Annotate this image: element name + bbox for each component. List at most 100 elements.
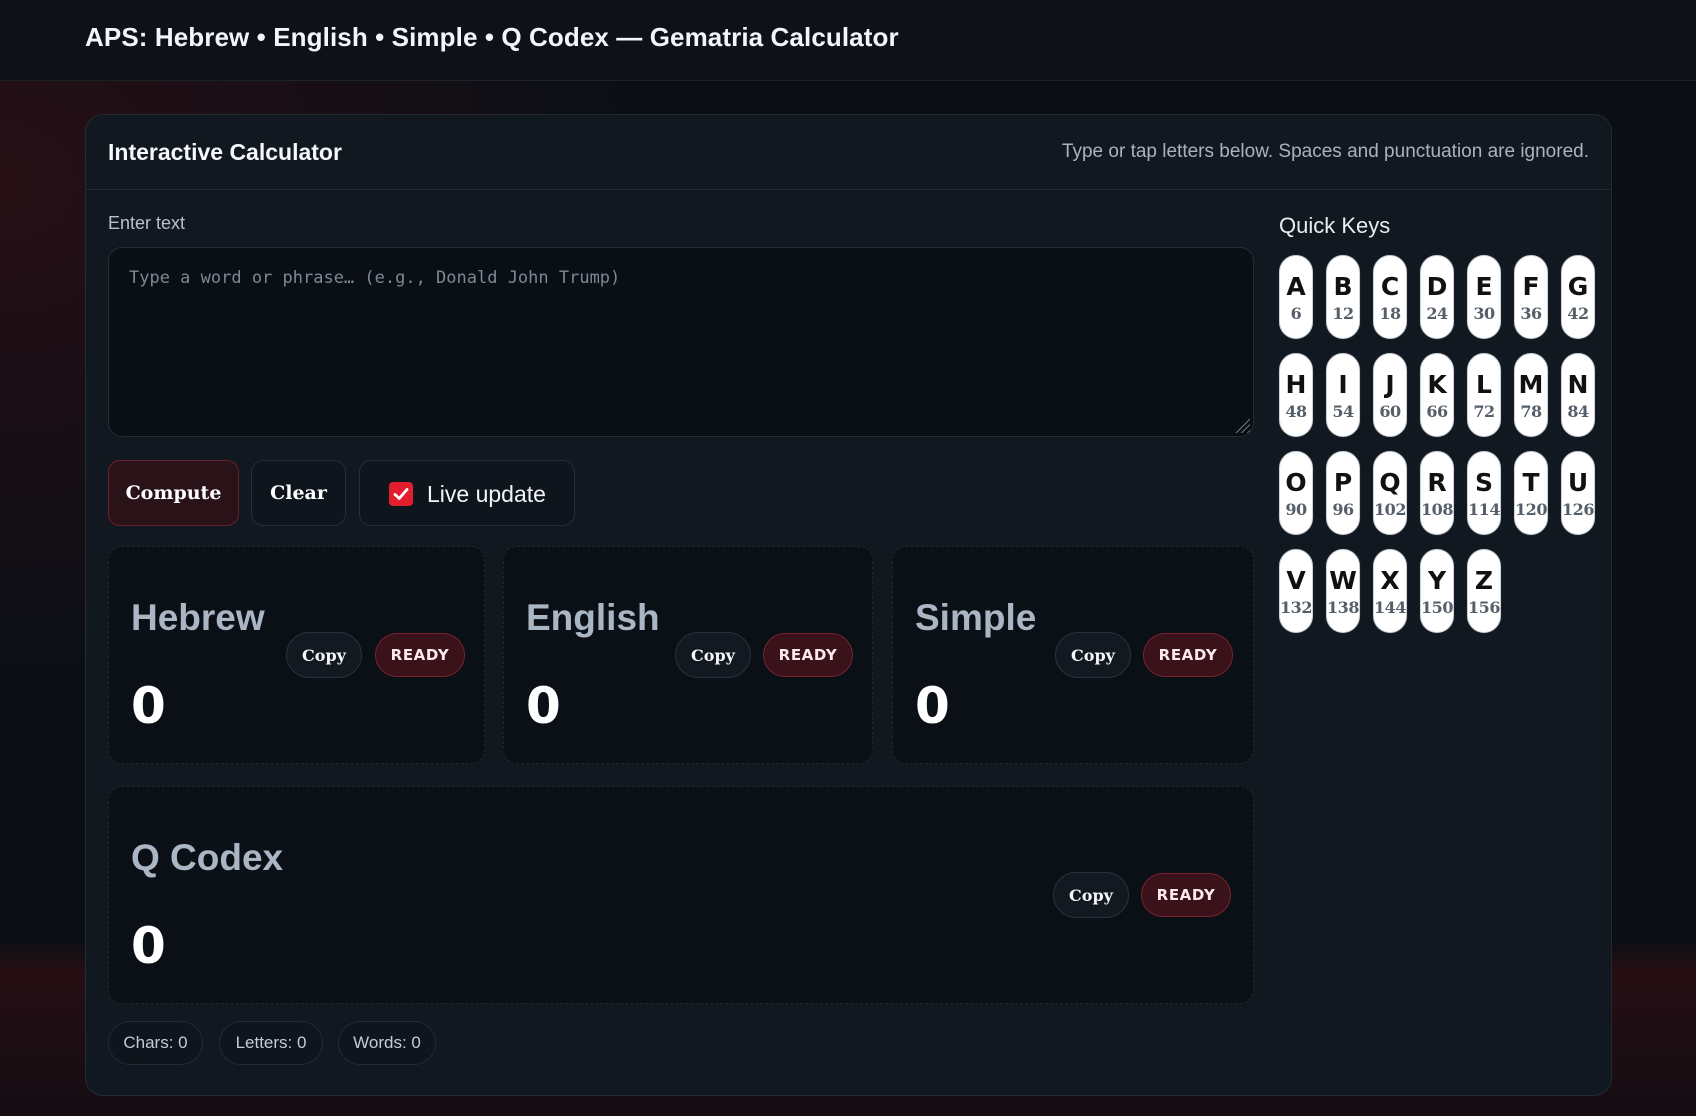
result-name: Simple xyxy=(915,597,1037,638)
quick-key-n[interactable]: N 84 xyxy=(1561,353,1595,437)
quick-key-z[interactable]: Z 156 xyxy=(1467,549,1501,633)
quick-key-letter: D xyxy=(1426,272,1448,301)
quick-key-letter: O xyxy=(1285,468,1307,497)
quick-key-e[interactable]: E 30 xyxy=(1467,255,1501,339)
quick-key-letter: T xyxy=(1522,468,1540,497)
quick-key-value: 72 xyxy=(1473,402,1495,421)
quick-key-letter: Z xyxy=(1474,566,1494,595)
copy-simple-button[interactable]: Copy xyxy=(1055,632,1131,678)
quick-key-letter: V xyxy=(1286,566,1306,595)
clear-button[interactable]: Clear xyxy=(251,460,346,526)
result-card-qcodex: Q Codex 0 Copy READY xyxy=(108,786,1254,1004)
status-badge: READY xyxy=(1143,633,1233,677)
text-input[interactable] xyxy=(108,247,1254,437)
quick-key-value: 144 xyxy=(1374,598,1406,617)
quick-key-k[interactable]: K 66 xyxy=(1420,353,1454,437)
quick-key-value: 108 xyxy=(1421,500,1453,519)
quick-key-value: 18 xyxy=(1379,304,1401,323)
copy-english-button[interactable]: Copy xyxy=(675,632,751,678)
input-label: Enter text xyxy=(108,213,186,233)
copy-hebrew-button[interactable]: Copy xyxy=(286,632,362,678)
quick-key-value: 84 xyxy=(1567,402,1589,421)
quick-key-r[interactable]: R 108 xyxy=(1420,451,1454,535)
quick-key-w[interactable]: W 138 xyxy=(1326,549,1360,633)
checkmark-icon xyxy=(393,488,409,500)
quick-key-letter: P xyxy=(1333,468,1353,497)
quick-key-letter: K xyxy=(1427,370,1447,399)
quick-key-letter: S xyxy=(1474,468,1493,497)
quick-key-value: 30 xyxy=(1473,304,1495,323)
quick-key-letter: F xyxy=(1522,272,1540,301)
quick-key-value: 24 xyxy=(1426,304,1448,323)
result-card-simple: Simple 0 Copy READY xyxy=(892,546,1254,764)
quick-key-o[interactable]: O 90 xyxy=(1279,451,1313,535)
card-title: Interactive Calculator xyxy=(108,139,342,165)
quick-key-value: 78 xyxy=(1520,402,1542,421)
quick-key-q[interactable]: Q 102 xyxy=(1373,451,1407,535)
quick-key-value: 132 xyxy=(1280,598,1312,617)
chars-count: Chars: 0 xyxy=(108,1021,203,1065)
quick-key-a[interactable]: A6 xyxy=(1279,255,1313,339)
quick-key-value: 114 xyxy=(1468,500,1500,519)
result-name: Q Codex xyxy=(131,837,284,878)
quick-key-letter: Y xyxy=(1427,566,1447,595)
quick-key-h[interactable]: H 48 xyxy=(1279,353,1313,437)
quick-key-u[interactable]: U 126 xyxy=(1561,451,1595,535)
result-card-hebrew: Hebrew 0 Copy READY xyxy=(108,546,485,764)
quick-key-letter: B xyxy=(1333,272,1353,301)
quick-key-letter: L xyxy=(1476,370,1492,399)
quick-key-value: 6 xyxy=(1290,304,1302,323)
quick-key-y[interactable]: Y 150 xyxy=(1420,549,1454,633)
quick-key-value: 120 xyxy=(1515,500,1547,519)
status-badge: READY xyxy=(375,633,465,677)
quick-key-m[interactable]: M 78 xyxy=(1514,353,1548,437)
result-value: 0 xyxy=(131,677,166,735)
quick-key-value: 36 xyxy=(1520,304,1542,323)
quick-key-value: 156 xyxy=(1468,598,1500,617)
live-update-checkbox[interactable] xyxy=(389,482,413,506)
card-header: Interactive Calculator Type or tap lette… xyxy=(86,115,1611,190)
quick-key-j[interactable]: J 60 xyxy=(1373,353,1407,437)
quick-key-f[interactable]: F 36 xyxy=(1514,255,1548,339)
copy-qcodex-button[interactable]: Copy xyxy=(1053,872,1129,918)
quick-keys-title: Quick Keys xyxy=(1279,213,1391,238)
status-badge: READY xyxy=(763,633,853,677)
quick-key-value: 138 xyxy=(1327,598,1359,617)
quick-key-letter: W xyxy=(1329,566,1357,595)
quick-key-t[interactable]: T 120 xyxy=(1514,451,1548,535)
quick-key-value: 102 xyxy=(1374,500,1406,519)
result-name: English xyxy=(526,597,660,638)
quick-key-d[interactable]: D 24 xyxy=(1420,255,1454,339)
quick-key-letter: U xyxy=(1567,468,1589,497)
quick-key-l[interactable]: L 72 xyxy=(1467,353,1501,437)
quick-key-value: 48 xyxy=(1285,402,1307,421)
quick-key-s[interactable]: S 114 xyxy=(1467,451,1501,535)
result-value: 0 xyxy=(915,677,950,735)
quick-key-i[interactable]: I 54 xyxy=(1326,353,1360,437)
quick-key-letter: H xyxy=(1285,370,1307,399)
quick-key-letter: M xyxy=(1518,370,1544,399)
quick-key-letter: G xyxy=(1567,272,1589,301)
calculator-card: Interactive Calculator Type or tap lette… xyxy=(85,114,1612,1096)
quick-key-letter: E xyxy=(1475,272,1493,301)
quick-key-x[interactable]: X 144 xyxy=(1373,549,1407,633)
quick-key-letter: X xyxy=(1380,566,1400,595)
quick-key-v[interactable]: V 132 xyxy=(1279,549,1313,633)
quick-key-letter: C xyxy=(1380,272,1400,301)
quick-key-c[interactable]: C 18 xyxy=(1373,255,1407,339)
quick-key-p[interactable]: P 96 xyxy=(1326,451,1360,535)
live-update-toggle[interactable]: Live update xyxy=(359,460,575,526)
quick-key-g[interactable]: G 42 xyxy=(1561,255,1595,339)
words-count: Words: 0 xyxy=(338,1021,436,1065)
card-hint: Type or tap letters below. Spaces and pu… xyxy=(1061,141,1589,162)
quick-key-letter: I xyxy=(1338,370,1348,399)
quick-key-value: 126 xyxy=(1562,500,1594,519)
quick-key-value: 42 xyxy=(1567,304,1589,323)
compute-button[interactable]: Compute xyxy=(108,460,239,526)
status-badge: READY xyxy=(1141,873,1231,917)
letters-count: Letters: 0 xyxy=(219,1021,323,1065)
quick-key-letter: A xyxy=(1286,272,1306,301)
result-value: 0 xyxy=(131,917,166,975)
quick-key-b[interactable]: B 12 xyxy=(1326,255,1360,339)
quick-key-value: 12 xyxy=(1332,304,1354,323)
